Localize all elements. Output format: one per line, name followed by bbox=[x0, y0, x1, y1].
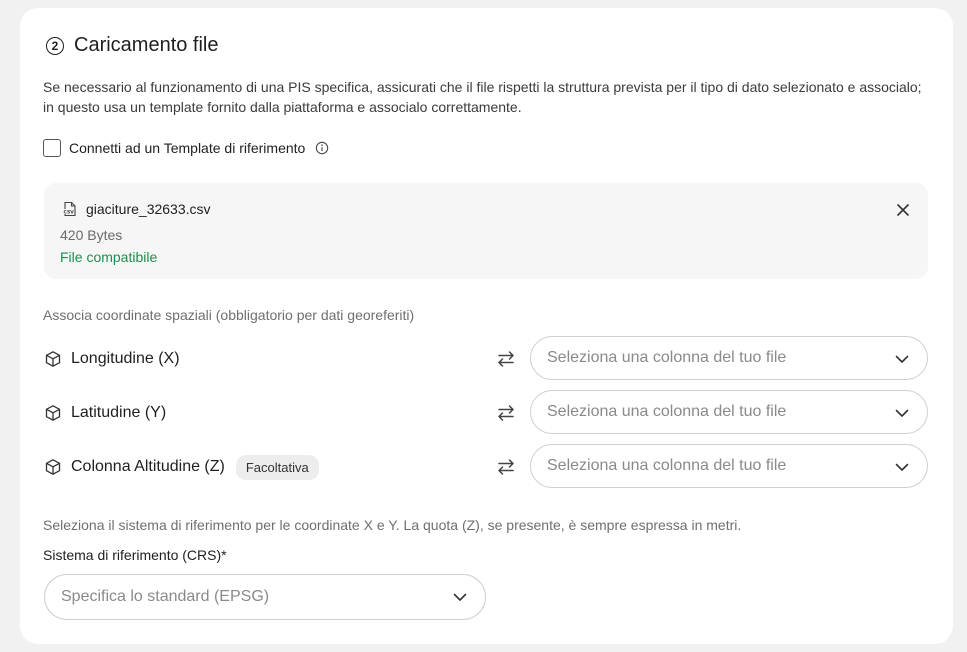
chevron-down-icon bbox=[895, 463, 909, 471]
select-placeholder: Seleziona una colonna del tuo file bbox=[547, 349, 787, 366]
select-placeholder: Specifica lo standard (EPSG) bbox=[61, 588, 270, 605]
upload-card: 2 Caricamento file Se necessario al funz… bbox=[20, 8, 953, 644]
file-status: File compatibile bbox=[60, 249, 158, 265]
chevron-down-icon bbox=[895, 355, 909, 363]
file-name-row: CSV giaciture_32633.csv bbox=[62, 201, 211, 217]
section-description: Se necessario al funzionamento di una PI… bbox=[43, 79, 922, 115]
coordinate-label: Colonna Altitudine (Z) bbox=[71, 458, 225, 475]
select-placeholder: Seleziona una colonna del tuo file bbox=[547, 457, 787, 474]
coordinate-label: Latitudine (Y) bbox=[71, 404, 167, 421]
file-size: 420 Bytes bbox=[60, 227, 123, 243]
column-select-z[interactable]: Seleziona una colonna del tuo file bbox=[530, 444, 928, 488]
cube-icon bbox=[45, 405, 61, 421]
select-placeholder: Seleziona una colonna del tuo file bbox=[547, 403, 787, 420]
crs-description: Seleziona il sistema di riferimento per … bbox=[43, 517, 742, 533]
section-title: Caricamento file bbox=[74, 34, 219, 56]
svg-text:CSV: CSV bbox=[64, 210, 75, 216]
coordinate-label-group: Latitudine (Y) bbox=[44, 390, 166, 436]
cube-icon bbox=[45, 351, 61, 367]
crs-select[interactable]: Specifica lo standard (EPSG) bbox=[44, 574, 486, 620]
coordinate-row-x: Longitudine (X) Seleziona una colonna de… bbox=[44, 336, 930, 382]
column-select-y[interactable]: Seleziona una colonna del tuo file bbox=[530, 390, 928, 434]
close-icon[interactable] bbox=[894, 201, 912, 219]
coordinate-label-group: Longitudine (X) bbox=[44, 336, 180, 382]
coordinates-section-label: Associa coordinate spaziali (obbligatori… bbox=[43, 307, 415, 323]
template-checkbox-label[interactable]: Connetti ad un Template di riferimento bbox=[69, 140, 305, 156]
optional-badge: Facoltativa bbox=[235, 454, 319, 480]
coordinate-label: Longitudine (X) bbox=[71, 350, 180, 367]
csv-file-icon: CSV bbox=[63, 201, 76, 217]
coordinate-label-group: Colonna Altitudine (Z) Facoltativa bbox=[44, 444, 319, 490]
step-number-badge: 2 bbox=[46, 36, 64, 55]
uploaded-file-card: CSV giaciture_32633.csv 420 Bytes File c… bbox=[44, 183, 928, 279]
template-checkbox[interactable] bbox=[43, 139, 61, 157]
swap-arrows-icon bbox=[498, 351, 514, 367]
file-name: giaciture_32633.csv bbox=[86, 201, 211, 217]
swap-arrows-icon bbox=[498, 459, 514, 475]
info-icon[interactable] bbox=[315, 141, 329, 155]
cube-icon bbox=[45, 459, 61, 475]
template-checkbox-row[interactable]: Connetti ad un Template di riferimento bbox=[43, 139, 329, 157]
chevron-down-icon bbox=[895, 409, 909, 417]
coordinate-row-z: Colonna Altitudine (Z) Facoltativa Selez… bbox=[44, 444, 930, 490]
coordinate-row-y: Latitudine (Y) Seleziona una colonna del… bbox=[44, 390, 930, 436]
column-select-x[interactable]: Seleziona una colonna del tuo file bbox=[530, 336, 928, 380]
section-header: 2 Caricamento file bbox=[46, 34, 219, 57]
crs-field-label: Sistema di riferimento (CRS)* bbox=[43, 547, 227, 563]
chevron-down-icon bbox=[453, 593, 467, 601]
swap-arrows-icon bbox=[498, 405, 514, 421]
